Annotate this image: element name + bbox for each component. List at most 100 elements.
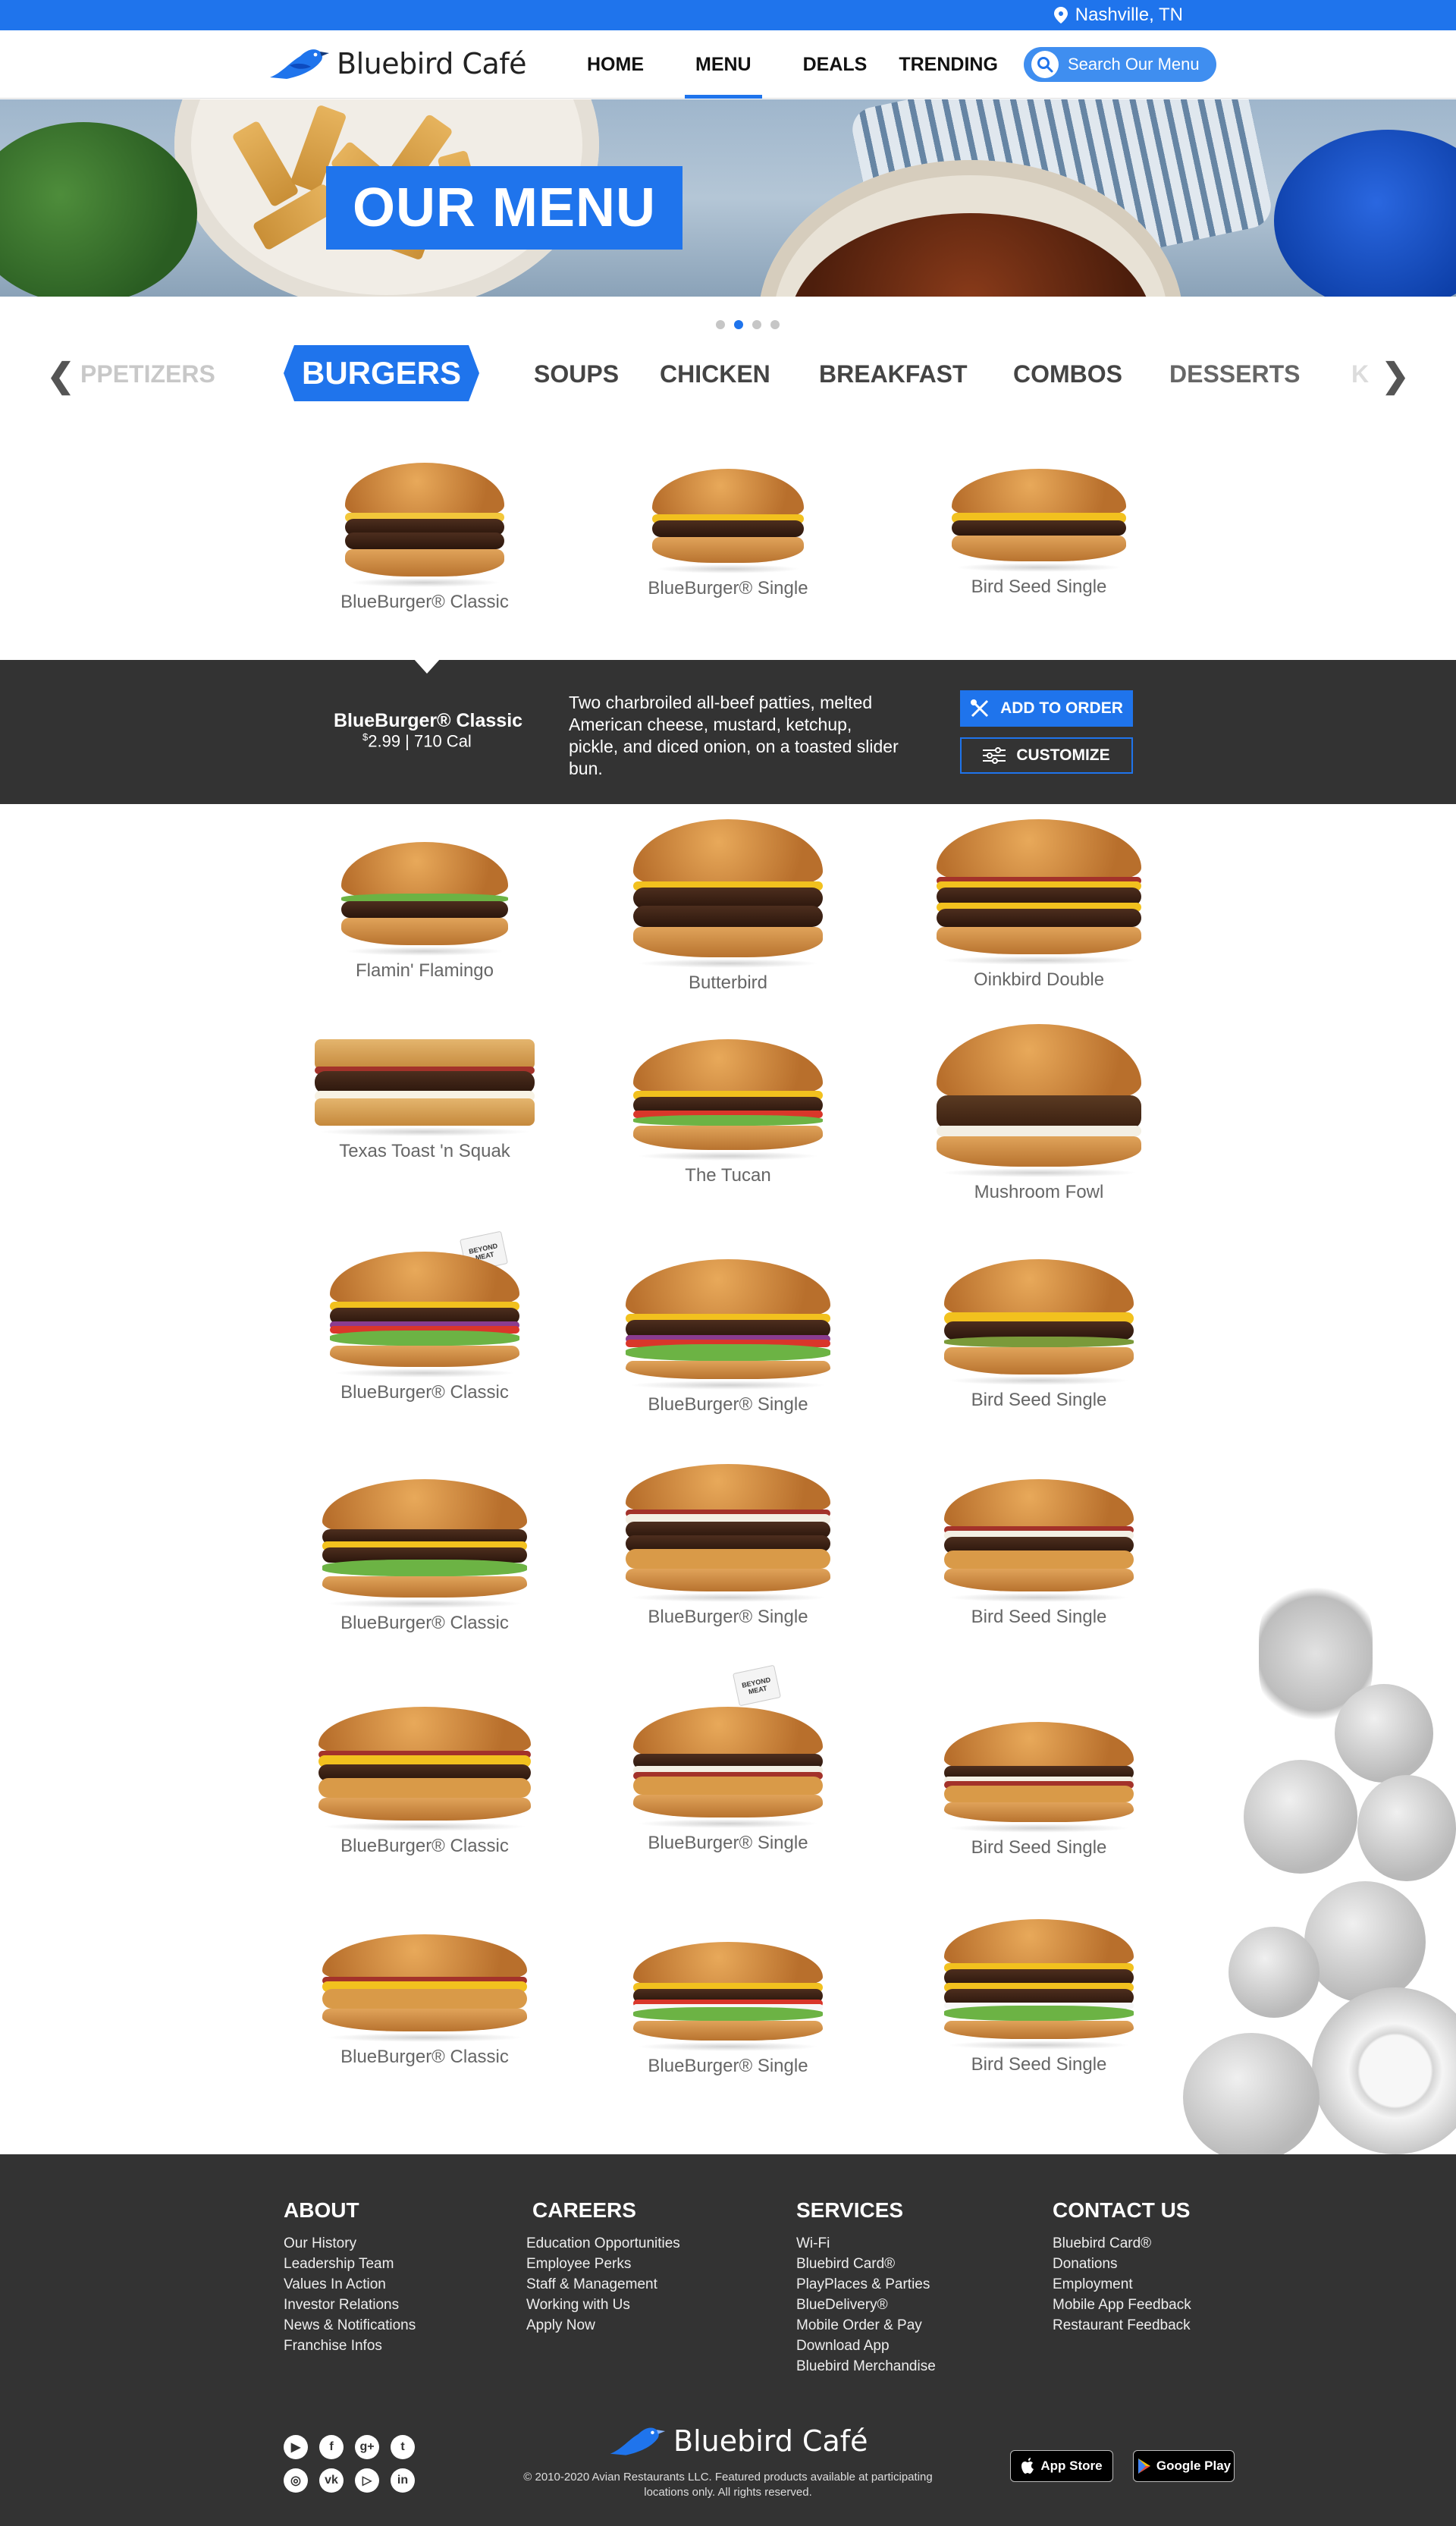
category-burgers-active[interactable]: BURGERS: [284, 345, 479, 401]
carousel-dot[interactable]: [770, 320, 780, 329]
menu-item-name: Texas Toast 'n Squak: [339, 1141, 510, 1161]
youtube-icon[interactable]: ▶: [284, 2435, 308, 2459]
footer-link[interactable]: News & Notifications: [284, 2315, 416, 2336]
nav-home[interactable]: HOME: [576, 30, 654, 99]
logo[interactable]: Bluebird Café: [267, 42, 527, 85]
footer-link[interactable]: Wi-Fi: [796, 2233, 936, 2254]
menu-item[interactable]: BEYOND MEAT BlueBurger® Classic: [303, 1230, 546, 1403]
footer-link[interactable]: Education Opportunities: [526, 2233, 680, 2254]
menu-item[interactable]: Bird Seed Single: [918, 1919, 1160, 2075]
category-combos[interactable]: COMBOS: [1013, 360, 1122, 388]
nav-trending[interactable]: TRENDING: [888, 30, 1009, 99]
linkedin-icon[interactable]: in: [391, 2468, 415, 2493]
burger-image: [944, 1722, 1134, 1833]
menu-item[interactable]: BlueBurger® Classic: [303, 1707, 546, 1857]
category-chicken[interactable]: CHICKEN: [660, 360, 770, 388]
footer-link[interactable]: Donations: [1053, 2254, 1191, 2274]
item-detail-panel: BlueBurger® Classic $2.99 | 710 Cal Two …: [0, 660, 1456, 804]
footer-link[interactable]: Download App: [796, 2336, 936, 2356]
menu-item[interactable]: Texas Toast 'n Squak: [303, 1039, 546, 1162]
add-to-order-button[interactable]: ADD TO ORDER: [960, 690, 1133, 727]
menu-item[interactable]: BlueBurger® Classic: [303, 1934, 546, 2068]
footer-heading: CONTACT US: [1053, 2198, 1191, 2222]
carousel-dot-active[interactable]: [734, 320, 743, 329]
footer-link[interactable]: Apply Now: [526, 2315, 680, 2336]
menu-item[interactable]: BlueBurger® Single: [607, 1464, 849, 1628]
search-input[interactable]: Search Our Menu: [1024, 47, 1216, 82]
carousel-dot[interactable]: [752, 320, 761, 329]
menu-item[interactable]: Bird Seed Single: [918, 1259, 1160, 1411]
burger-image: [330, 1252, 519, 1378]
carousel-dot[interactable]: [716, 320, 725, 329]
footer-link[interactable]: Franchise Infos: [284, 2336, 416, 2356]
footer-link[interactable]: Bluebird Merchandise: [796, 2356, 936, 2377]
nav-menu[interactable]: MENU: [685, 30, 762, 99]
location-selector[interactable]: Nashville, TN: [1053, 0, 1183, 30]
instagram-icon[interactable]: ◎: [284, 2468, 308, 2493]
menu-item[interactable]: BlueBurger® Classic: [303, 1479, 546, 1634]
youtube-play-icon[interactable]: ▷: [355, 2468, 379, 2493]
social-links: ▶ f g+ t ◎ vk ▷ in: [284, 2435, 416, 2493]
menu-item-name: BlueBurger® Single: [648, 2056, 808, 2076]
category-desserts[interactable]: DESSERTS: [1169, 360, 1300, 388]
nav-deals[interactable]: DEALS: [792, 30, 878, 99]
hero-pot: [1274, 130, 1456, 297]
footer-link[interactable]: BlueDelivery®: [796, 2295, 936, 2315]
category-appetizers[interactable]: PPETIZERS: [80, 360, 215, 388]
menu-item[interactable]: Oinkbird Double: [918, 819, 1160, 991]
footer-link[interactable]: Employment: [1053, 2274, 1191, 2295]
burger-image: [633, 1942, 823, 2051]
footer-link[interactable]: Mobile App Feedback: [1053, 2295, 1191, 2315]
menu-item[interactable]: BlueBurger® Classic: [303, 463, 546, 613]
menu-item[interactable]: Bird Seed Single: [918, 463, 1160, 598]
menu-item[interactable]: Butterbird: [607, 819, 849, 994]
footer-logo[interactable]: Bluebird Café: [607, 2421, 868, 2461]
menu-item[interactable]: Mushroom Fowl: [918, 1024, 1160, 1203]
burger-image: [345, 463, 504, 587]
footer-link[interactable]: Values In Action: [284, 2274, 416, 2295]
google-play-badge[interactable]: Google Play: [1133, 2450, 1235, 2482]
burger-image: [341, 842, 508, 956]
google-plus-icon[interactable]: g+: [355, 2435, 379, 2459]
logo-text: Bluebird Café: [337, 47, 527, 80]
footer-heading: SERVICES: [796, 2198, 904, 2222]
menu-item-name: Bird Seed Single: [971, 1607, 1107, 1627]
bluebird-icon: [610, 2427, 666, 2455]
category-next-arrow[interactable]: ❯: [1380, 357, 1410, 394]
footer-link[interactable]: Staff & Management: [526, 2274, 680, 2295]
menu-item[interactable]: BlueBurger® Single: [607, 463, 849, 599]
menu-item-name: Bird Seed Single: [971, 2054, 1107, 2075]
footer-link[interactable]: Leadership Team: [284, 2254, 416, 2274]
menu-item-name: BlueBurger® Classic: [340, 1382, 509, 1403]
footer-column-contact: CONTACT US Bluebird Card® Donations Empl…: [1053, 2198, 1191, 2336]
category-prev-arrow[interactable]: ❮: [46, 357, 76, 394]
menu-item[interactable]: The Tucan: [607, 1039, 849, 1186]
footer-link[interactable]: Bluebird Card®: [1053, 2233, 1191, 2254]
menu-item[interactable]: Bird Seed Single: [918, 1722, 1160, 1858]
footer-link[interactable]: PlayPlaces & Parties: [796, 2274, 936, 2295]
footer-link[interactable]: Bluebird Card®: [796, 2254, 936, 2274]
menu-item[interactable]: BlueBurger® Single: [607, 1942, 849, 2077]
footer-link[interactable]: Our History: [284, 2233, 416, 2254]
twitter-icon[interactable]: t: [391, 2435, 415, 2459]
customize-button[interactable]: CUSTOMIZE: [960, 737, 1133, 774]
footer-heading: CAREERS: [532, 2198, 636, 2222]
category-kids[interactable]: K: [1351, 360, 1369, 388]
search-placeholder: Search Our Menu: [1068, 55, 1200, 74]
menu-item[interactable]: Bird Seed Single: [918, 1479, 1160, 1628]
footer-link[interactable]: Employee Perks: [526, 2254, 680, 2274]
category-soups[interactable]: SOUPS: [534, 360, 619, 388]
search-icon: [1031, 51, 1059, 78]
footer-link[interactable]: Investor Relations: [284, 2295, 416, 2315]
menu-item[interactable]: Flamin' Flamingo: [303, 834, 546, 982]
footer-link[interactable]: Mobile Order & Pay: [796, 2315, 936, 2336]
menu-item[interactable]: BEYOND MEAT BlueBurger® Single: [607, 1664, 849, 1854]
category-breakfast[interactable]: BREAKFAST: [819, 360, 968, 388]
footer-link[interactable]: Working with Us: [526, 2295, 680, 2315]
facebook-icon[interactable]: f: [319, 2435, 344, 2459]
menu-item[interactable]: BlueBurger® Single: [607, 1259, 849, 1415]
app-store-badge[interactable]: App Store: [1010, 2450, 1113, 2482]
menu-item-name: BlueBurger® Single: [648, 1833, 808, 1853]
vk-icon[interactable]: vk: [319, 2468, 344, 2493]
footer-link[interactable]: Restaurant Feedback: [1053, 2315, 1191, 2336]
